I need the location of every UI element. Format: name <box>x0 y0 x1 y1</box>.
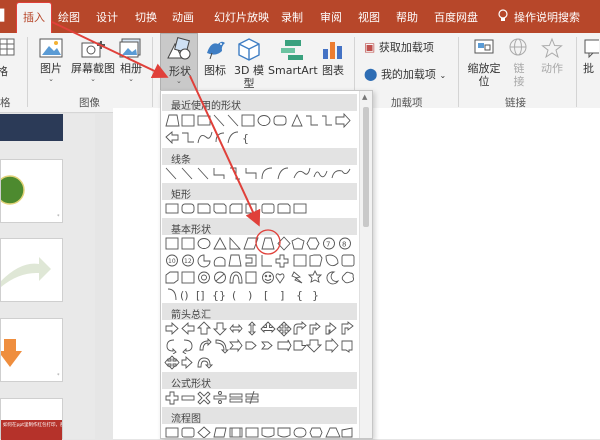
tab-view[interactable]: 视图 <box>358 9 380 25</box>
tab-animations[interactable]: 动画 <box>172 9 194 25</box>
smartart-button[interactable]: SmartArt <box>268 37 318 77</box>
slide-thumbnail[interactable] <box>0 114 63 141</box>
svg-text:]: ] <box>280 289 284 302</box>
table-label-partial: 表格 <box>0 65 8 78</box>
tab-design[interactable]: 设计 <box>96 9 118 25</box>
group-divider <box>458 37 459 107</box>
tab-review[interactable]: 审阅 <box>320 9 342 25</box>
shapes-row[interactable] <box>164 337 360 354</box>
menu-scrollbar[interactable]: ▲ <box>359 91 372 438</box>
slide-thumbnail[interactable]: * <box>0 318 63 382</box>
get-addins-button[interactable]: ▣ 获取加载项 <box>364 40 434 55</box>
svg-text:{: { <box>296 289 303 302</box>
shapes-row[interactable]: 10 12 <box>164 252 360 269</box>
globe-link-icon <box>509 38 527 56</box>
tab-baidu-netdisk[interactable]: 百度网盘 <box>434 9 478 25</box>
file-menu-partial[interactable]: ▌ <box>0 9 8 22</box>
icons-icon <box>207 41 225 60</box>
shapes-row[interactable] <box>164 112 360 129</box>
zoom-button[interactable]: 缩放定 位 <box>466 37 502 88</box>
lightbulb-icon <box>497 9 509 25</box>
svg-text:{: { <box>242 132 249 145</box>
my-addins-button[interactable]: ⬤ 我的加载项 ⌄ <box>364 68 446 82</box>
section-basic-shapes: 基本形状 <box>162 218 357 236</box>
chart-button[interactable]: 图表 <box>320 37 346 77</box>
shapes-row[interactable] <box>164 165 360 182</box>
shapes-icon <box>167 37 191 60</box>
shapes-button[interactable]: 形状 ⌄ <box>160 33 198 94</box>
slide-thumbnail[interactable]: 如何在ppt里制作红包打印，那么这样操作 <box>0 398 63 440</box>
cube-icon <box>238 38 260 61</box>
zoom-icon <box>474 39 494 54</box>
section-rectangles: 矩形 <box>162 183 357 201</box>
3d-models-button[interactable]: 3D 模 型 <box>232 37 266 90</box>
svg-text:*: * <box>57 373 60 379</box>
addin-icon: ⬤ <box>364 67 378 81</box>
group-divider <box>576 37 577 107</box>
shapes-row[interactable]: 78 <box>164 235 360 252</box>
section-block-arrows: 箭头总汇 <box>162 303 357 321</box>
group-label-tables: 格 <box>0 97 11 109</box>
chart-icon <box>323 42 342 59</box>
album-icon <box>119 38 141 58</box>
svg-text:12: 12 <box>184 258 192 265</box>
svg-text:8: 8 <box>342 241 346 249</box>
shapes-row[interactable] <box>164 389 360 406</box>
shapes-row[interactable] <box>164 320 360 337</box>
tab-slideshow[interactable]: 幻灯片放映 <box>214 9 269 25</box>
comment-button-partial[interactable]: 批 <box>583 37 600 75</box>
svg-text:}: } <box>312 289 319 302</box>
group-label-images: 图像 <box>79 97 100 109</box>
picture-icon <box>39 38 63 58</box>
group-divider <box>152 37 153 107</box>
slide-thumbnail[interactable] <box>0 238 63 302</box>
shapes-row[interactable] <box>164 269 360 286</box>
section-flowchart: 流程图 <box>162 407 357 425</box>
screenshot-icon <box>81 41 105 58</box>
svg-text:[: [ <box>264 289 268 302</box>
section-lines: 线条 <box>162 148 357 166</box>
shapes-row[interactable]: () [] {} () [] {} <box>164 286 360 303</box>
shapes-gallery-dropdown: 最近使用的形状 { 线条 矩形 基本形状 78 10 12 () [] {} (… <box>160 90 373 439</box>
slide-caption: 如何在ppt里制作红包打印，那么这样操作 <box>1 420 62 440</box>
tell-me-search[interactable]: 操作说明搜索 <box>514 9 580 25</box>
tab-help[interactable]: 帮助 <box>396 9 418 25</box>
svg-text:{}: {} <box>212 289 226 302</box>
picture-button[interactable]: 图片 ⌄ <box>37 37 65 83</box>
svg-text:*: * <box>57 214 60 220</box>
star-icon <box>541 37 563 59</box>
photo-album-button[interactable]: 相册 ⌄ <box>118 37 144 83</box>
shapes-row[interactable] <box>164 424 360 438</box>
shapes-row[interactable] <box>164 200 360 217</box>
action-button[interactable]: 动作 <box>538 37 566 75</box>
screenshot-button[interactable]: 屏幕截图 ⌄ <box>70 37 116 83</box>
tab-record[interactable]: 录制 <box>281 9 303 25</box>
tab-insert[interactable]: 插入 <box>16 2 52 34</box>
table-button[interactable]: 表格 <box>0 37 16 78</box>
svg-text:): ) <box>248 289 252 302</box>
scroll-up-icon[interactable]: ▲ <box>362 93 367 101</box>
tab-transitions[interactable]: 切换 <box>135 9 157 25</box>
svg-text:10: 10 <box>168 258 176 265</box>
svg-text:7: 7 <box>326 241 330 249</box>
slide-thumbnails-panel: * * 如何在ppt里制作红包打印，那么这样操作 <box>0 114 95 440</box>
group-divider <box>27 37 28 107</box>
store-icon: ▣ <box>364 40 376 54</box>
shapes-row[interactable]: { <box>164 129 360 146</box>
scrollbar-thumb[interactable] <box>363 107 369 227</box>
slide-thumbnail[interactable]: * <box>0 159 63 223</box>
shapes-row[interactable] <box>164 354 360 371</box>
icons-button[interactable]: 图标 <box>201 37 229 77</box>
svg-text:(): () <box>180 289 189 302</box>
svg-text:[]: [] <box>196 289 205 302</box>
svg-text:(: ( <box>232 289 236 302</box>
section-equation-shapes: 公式形状 <box>162 372 357 390</box>
smartart-icon <box>281 40 303 60</box>
link-button[interactable]: 链 接 <box>506 37 532 88</box>
ribbon-tab-bar: ▌ 插入 绘图 设计 切换 动画 幻灯片放映 录制 审阅 视图 帮助 百度网盘 … <box>0 0 600 34</box>
tab-draw[interactable]: 绘图 <box>58 9 80 25</box>
section-recent-shapes: 最近使用的形状 <box>162 94 357 112</box>
